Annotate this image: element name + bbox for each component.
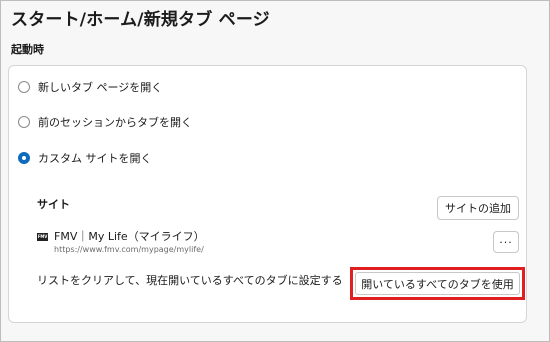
clear-list-description: リストをクリアして、現在開いているすべてのタブに設定する — [37, 274, 343, 287]
site-name: FMV｜My Life（マイライフ） — [54, 230, 205, 243]
radio-label: カスタム サイトを開く — [38, 152, 152, 165]
use-all-open-tabs-button[interactable]: 開いているすべてのタブを使用 — [355, 272, 520, 295]
startup-settings-card: 新しいタブ ページを開く 前のセッションからタブを開く カスタム サイトを開く … — [8, 65, 527, 323]
radio-button[interactable] — [18, 81, 30, 93]
site-list-item: FMV FMV｜My Life（マイライフ） https://www.fmv.c… — [37, 228, 519, 258]
sites-heading: サイト — [37, 198, 70, 211]
radio-button-selected[interactable] — [18, 152, 30, 164]
radio-option-new-tab[interactable]: 新しいタブ ページを開く — [18, 78, 162, 96]
radio-label: 前のセッションからタブを開く — [38, 116, 192, 129]
radio-option-previous-session[interactable]: 前のセッションからタブを開く — [18, 113, 192, 131]
radio-option-custom-sites[interactable]: カスタム サイトを開く — [18, 149, 152, 167]
site-favicon-icon: FMV — [37, 233, 48, 241]
radio-button[interactable] — [18, 116, 30, 128]
site-url: https://www.fmv.com/mypage/mylife/ — [54, 245, 204, 254]
radio-label: 新しいタブ ページを開く — [38, 81, 163, 94]
more-actions-button[interactable]: ··· — [493, 231, 519, 253]
startup-section-label: 起動時 — [11, 43, 44, 56]
page-title: スタート/ホーム/新規タブ ページ — [11, 10, 270, 30]
add-site-button[interactable]: サイトの追加 — [437, 196, 519, 220]
